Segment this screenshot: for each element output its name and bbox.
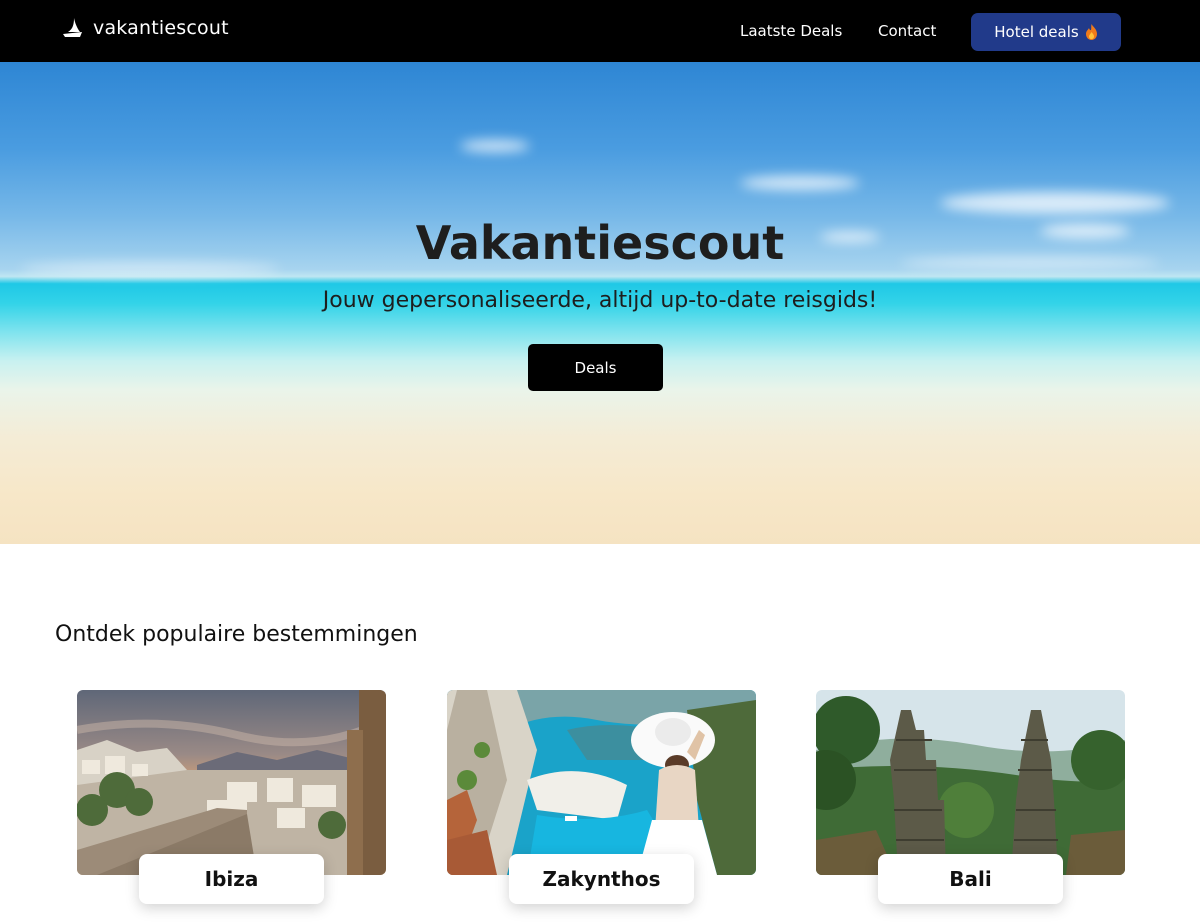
nav-link-laatste-deals[interactable]: Laatste Deals bbox=[740, 22, 842, 40]
fire-icon bbox=[1085, 24, 1097, 40]
hero-subtitle: Jouw gepersonaliseerde, altijd up-to-dat… bbox=[322, 288, 878, 313]
cloud bbox=[460, 140, 530, 152]
destination-name: Zakynthos bbox=[509, 854, 694, 904]
sail-icon bbox=[63, 17, 82, 37]
destination-name: Bali bbox=[878, 854, 1063, 904]
destination-card-bali[interactable]: Bali bbox=[816, 690, 1125, 924]
logo[interactable]: vakantiescout bbox=[62, 17, 229, 39]
hero-title: Vakantiescout bbox=[415, 216, 785, 270]
section-title: Ontdek populaire bestemmingen bbox=[55, 622, 418, 647]
cloud bbox=[940, 192, 1170, 214]
bali-photo bbox=[816, 690, 1125, 875]
logo-text: vakantiescout bbox=[93, 17, 229, 39]
destination-name: Ibiza bbox=[139, 854, 324, 904]
destination-card-ibiza[interactable]: Ibiza bbox=[77, 690, 386, 924]
deals-button[interactable]: Deals bbox=[528, 344, 663, 391]
hotel-deals-label: Hotel deals bbox=[994, 23, 1079, 41]
cloud bbox=[740, 176, 860, 190]
ibiza-photo bbox=[77, 690, 386, 875]
navbar: vakantiescout Laatste Deals Contact Hote… bbox=[0, 0, 1200, 62]
destination-card-zakynthos[interactable]: Zakynthos bbox=[447, 690, 756, 924]
hotel-deals-button[interactable]: Hotel deals bbox=[971, 13, 1121, 51]
hero-banner: Vakantiescout Jouw gepersonaliseerde, al… bbox=[0, 62, 1200, 544]
nav-link-contact[interactable]: Contact bbox=[878, 22, 936, 40]
zakynthos-photo bbox=[447, 690, 756, 875]
